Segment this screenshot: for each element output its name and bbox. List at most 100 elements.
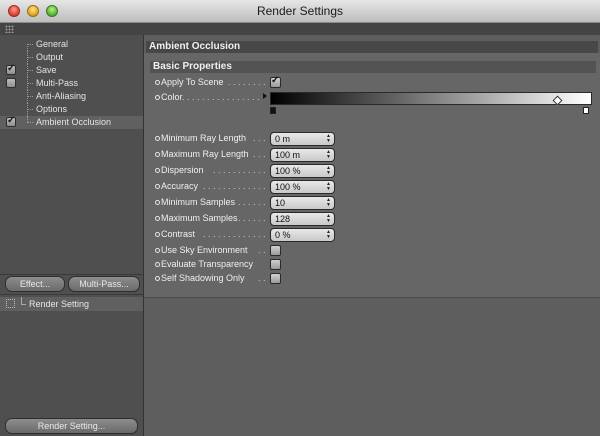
animation-dot-icon[interactable] (155, 152, 160, 157)
field-row-contrast: Contrast. . . . . . . . . . . . . . . . … (144, 228, 600, 242)
expand-triangle-icon[interactable] (263, 93, 267, 99)
option-label: Use Sky Environment (161, 245, 248, 255)
animation-dot-icon[interactable] (155, 248, 160, 253)
enable-checkbox[interactable]: ✓ (6, 115, 16, 127)
option-label: Evaluate Transparency (161, 259, 254, 269)
animation-dot-icon[interactable] (155, 200, 160, 205)
field-label: Minimum Ray Length (161, 133, 247, 143)
tree-item-label: Multi-Pass (36, 78, 79, 88)
color-row: Color . . . . . . . . . . . . . . . . . … (144, 91, 600, 117)
render-setting-item[interactable]: Render Setting (0, 297, 143, 311)
animation-dot-icon[interactable] (155, 80, 160, 85)
checkmark-icon: ✓ (7, 115, 16, 126)
apply-to-scene-label: Apply To Scene (161, 77, 224, 87)
option-checkbox[interactable] (270, 245, 281, 256)
stepper-arrows-icon[interactable]: ▲ ▼ (326, 166, 331, 176)
field-label: Minimum Samples (161, 197, 236, 207)
field-row-maximum-samples: Maximum Samples. . . . . . . . . . . . .… (144, 212, 600, 226)
field-row-minimum-ray-length: Minimum Ray Length. . . . . . . . . . . … (144, 132, 600, 146)
animation-dot-icon[interactable] (155, 95, 160, 100)
animation-dot-icon[interactable] (155, 216, 160, 221)
stepper-arrows-icon[interactable]: ▲ ▼ (326, 150, 331, 160)
animation-dot-icon[interactable] (155, 136, 160, 141)
option-checkbox[interactable] (270, 259, 281, 270)
field-input[interactable]: 10 ▲ ▼ (270, 196, 335, 210)
tree-item-label: Anti-Aliasing (36, 91, 87, 101)
divider (0, 294, 143, 295)
option-row-self-shadowing-only: Self Shadowing Only. . . . . . . . . . (144, 272, 600, 286)
tree-item-general[interactable]: General (0, 38, 143, 51)
field-label: Maximum Samples (161, 213, 238, 223)
checkmark-icon: ✓ (271, 75, 280, 86)
color-label: Color (161, 92, 183, 102)
animation-dot-icon[interactable] (155, 262, 160, 267)
animation-dot-icon[interactable] (155, 232, 160, 237)
tree-item-label: General (36, 39, 69, 49)
gradient-marker-black[interactable] (270, 107, 276, 114)
apply-to-scene-checkbox[interactable]: ✓ (270, 75, 281, 88)
option-row-evaluate-transparency: Evaluate Transparency. . . . . . . . . . (144, 258, 600, 272)
field-input[interactable]: 100 % ▲ ▼ (270, 180, 335, 194)
field-row-minimum-samples: Minimum Samples. . . . . . . . . . . . .… (144, 196, 600, 210)
tree-item-output[interactable]: Output (0, 51, 143, 64)
field-input[interactable]: 100 % ▲ ▼ (270, 164, 335, 178)
field-row-accuracy: Accuracy. . . . . . . . . . . . . . . . … (144, 180, 600, 194)
render-setting-icon (6, 299, 15, 308)
field-input[interactable]: 0 m ▲ ▼ (270, 132, 335, 146)
stepper-arrows-icon[interactable]: ▲ ▼ (326, 230, 331, 240)
animation-dot-icon[interactable] (155, 184, 160, 189)
divider (0, 274, 143, 275)
animation-dot-icon[interactable] (155, 168, 160, 173)
checkmark-icon: ✓ (7, 63, 16, 74)
field-label: Maximum Ray Length (161, 149, 249, 159)
tree-item-save[interactable]: ✓ Save (0, 63, 143, 77)
field-input[interactable]: 0 % ▲ ▼ (270, 228, 335, 242)
tree-item-label: Options (36, 104, 68, 114)
tree-item-label: Ambient Occlusion (36, 117, 112, 127)
field-value: 100 m (275, 150, 301, 160)
field-value: 0 % (275, 230, 291, 240)
field-value: 10 (275, 198, 286, 208)
tree-item-multi-pass[interactable]: Multi-Pass (0, 77, 143, 90)
animation-dot-icon[interactable] (155, 276, 160, 281)
stepper-arrows-icon[interactable]: ▲ ▼ (326, 214, 331, 224)
field-label: Accuracy (161, 181, 199, 191)
field-value: 100 % (275, 166, 301, 176)
field-value: 100 % (275, 182, 301, 192)
tree-item-label: Output (36, 52, 64, 62)
apply-to-scene-row: Apply To Scene . . . . . . . . . . ✓ (144, 75, 600, 90)
stepper-arrows-icon[interactable]: ▲ ▼ (326, 182, 331, 192)
stepper-arrows-icon[interactable]: ▲ ▼ (326, 198, 331, 208)
enable-checkbox[interactable] (6, 78, 16, 88)
multipass-button[interactable]: Multi-Pass... (68, 276, 140, 292)
field-input[interactable]: 100 m ▲ ▼ (270, 148, 335, 162)
stepper-arrows-icon[interactable]: ▲ ▼ (326, 134, 331, 144)
properties-panel: Ambient Occlusion Basic Properties Apply… (144, 35, 600, 436)
option-label: Self Shadowing Only (161, 273, 245, 283)
panel-title: Ambient Occlusion (146, 41, 598, 53)
color-gradient-bar[interactable] (270, 92, 592, 106)
gradient-marker-white[interactable] (583, 107, 589, 114)
field-row-maximum-ray-length: Maximum Ray Length. . . . . . . . . . . … (144, 148, 600, 162)
gradient-knot-icon[interactable] (552, 95, 563, 106)
group-title: Basic Properties (150, 61, 596, 73)
settings-sidebar: General Output ✓ Save Multi-Pass Anti-Aliasin… (0, 35, 144, 436)
option-checkbox[interactable] (270, 273, 281, 284)
field-label: Contrast (161, 229, 196, 239)
field-value: 128 (275, 214, 291, 224)
field-input[interactable]: 128 ▲ ▼ (270, 212, 335, 226)
grip-icon[interactable] (5, 25, 14, 33)
properties-area: Basic Properties Apply To Scene . . . . … (144, 53, 600, 298)
field-label: Dispersion (161, 165, 204, 175)
window-title: Render Settings (256, 4, 344, 18)
render-setting-button[interactable]: Render Setting... (5, 418, 138, 434)
field-value: 0 m (275, 134, 291, 144)
tree-item-anti-aliasing[interactable]: Anti-Aliasing (0, 90, 143, 103)
enable-checkbox[interactable]: ✓ (6, 63, 16, 75)
tree-item-options[interactable]: Options (0, 103, 143, 116)
effect-button[interactable]: Effect... (5, 276, 65, 292)
title-bar: Render Settings (0, 0, 600, 23)
option-row-use-sky-environment: Use Sky Environment. . . . . . . . . . (144, 244, 600, 258)
tree-item-ambient-occlusion[interactable]: ✓ Ambient Occlusion (0, 115, 143, 129)
toolbar-strip (0, 23, 600, 35)
